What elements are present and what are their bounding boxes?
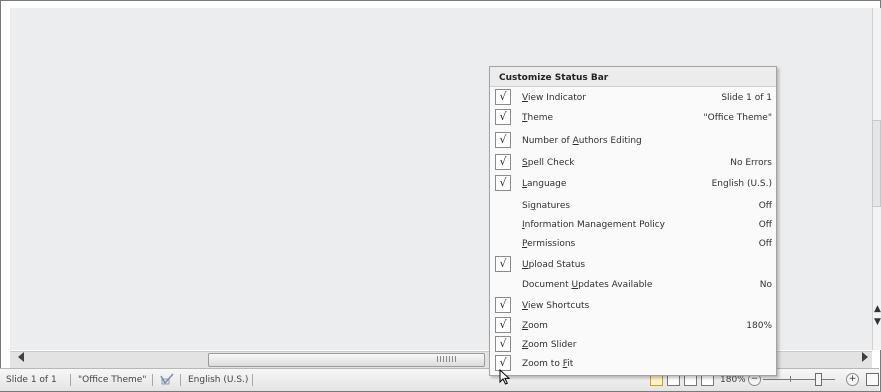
zoom-level[interactable]: 180% [720, 375, 746, 385]
label-suffix: pdates Available [578, 280, 653, 290]
menu-item[interactable]: Document Updates Available No [490, 276, 776, 294]
checkmark-icon: √ [495, 297, 511, 313]
menu-item-label: Theme [522, 113, 553, 123]
checkmark-icon: √ [495, 154, 511, 170]
menu-item-label: Upload Status [522, 260, 585, 270]
zoom-slider-center-mark [790, 376, 791, 382]
menu-item[interactable]: √ Zoom to Fit [490, 355, 776, 373]
label-suffix: anguage [527, 179, 567, 189]
menu-title: Customize Status Bar [499, 73, 609, 83]
label-suffix: heme [527, 113, 554, 123]
menu-item-label: View Indicator [522, 93, 586, 103]
menu-item-value: 180% [746, 321, 772, 331]
menu-item-label: Permissions [522, 239, 575, 249]
zoom-slider-track[interactable] [763, 379, 835, 380]
label-suffix: it [567, 359, 574, 369]
vertical-scroll-thumb[interactable] [872, 120, 881, 207]
menu-item[interactable]: √ Zoom Slider [490, 336, 776, 354]
menu-item[interactable]: √ Spell Check No Errors [490, 154, 776, 172]
menu-item-label: Zoom to Fit [522, 359, 573, 369]
label-suffix: iew Shortcuts [527, 301, 590, 311]
label-suffix: uthors Editing [578, 136, 642, 146]
scroll-right-icon[interactable] [862, 352, 868, 362]
fit-slide-icon[interactable] [866, 373, 879, 386]
label-suffix: natures [535, 201, 571, 211]
menu-item-label: Language [522, 179, 566, 189]
menu-item-label: Document Updates Available [522, 280, 652, 290]
label-suffix: oom [528, 321, 548, 331]
scroll-grip-icon [437, 356, 457, 362]
label-suffix: nformation Management Policy [524, 220, 665, 230]
status-separator [70, 374, 71, 386]
menu-item[interactable]: √ Number of Authors Editing [490, 132, 776, 150]
zoom-slider-thumb[interactable] [815, 373, 822, 386]
checkmark-icon: √ [495, 175, 511, 191]
scroll-left-icon[interactable] [18, 352, 24, 362]
zoom-in-icon[interactable]: + [846, 373, 859, 386]
menu-item-value: Off [758, 201, 772, 211]
spell-check-icon[interactable] [160, 373, 174, 385]
menu-item-label: Information Management Policy [522, 220, 665, 230]
menu-item-value: Off [758, 220, 772, 230]
mouse-pointer-icon [499, 369, 511, 385]
label-prefix: Zoom to [522, 359, 563, 369]
slide-indicator[interactable]: Slide 1 of 1 [6, 375, 57, 385]
label-suffix: ermissions [527, 239, 576, 249]
checkmark-icon: √ [495, 336, 511, 352]
menu-item-value: No Errors [730, 158, 772, 168]
customize-status-bar-menu: Customize Status Bar √ View Indicator Slid… [489, 66, 777, 376]
status-separator [252, 374, 253, 386]
menu-item[interactable]: Information Management Policy Off [490, 216, 776, 234]
menu-item[interactable]: Signatures Off [490, 197, 776, 215]
theme-indicator[interactable]: "Office Theme" [78, 375, 146, 385]
label-suffix: oom Slider [528, 340, 577, 350]
label-suffix: pell Check [527, 158, 575, 168]
menu-item[interactable]: √ View Shortcuts [490, 297, 776, 315]
label-suffix: iew Indicator [527, 93, 586, 103]
menu-item[interactable]: √ View Indicator Slide 1 of 1 [490, 89, 776, 107]
menu-item[interactable]: Permissions Off [490, 235, 776, 253]
menu-item[interactable]: √ Language English (U.S.) [490, 175, 776, 193]
label-prefix: Si [522, 201, 531, 211]
menu-item-value: "Office Theme" [703, 113, 772, 123]
menu-item[interactable]: √ Theme "Office Theme" [490, 109, 776, 127]
previous-slide-icon[interactable]: ▲ [874, 305, 881, 314]
next-slide-icon[interactable]: ▼ [874, 318, 881, 327]
menu-item-label: View Shortcuts [522, 301, 589, 311]
menu-item-value: Off [758, 239, 772, 249]
status-separator [180, 374, 181, 386]
label-prefix: Number of [522, 136, 573, 146]
language-indicator[interactable]: English (U.S.) [188, 375, 248, 385]
checkmark-icon: √ [495, 317, 511, 333]
menu-item-label: Spell Check [522, 158, 575, 168]
menu-item-value: No [759, 280, 772, 290]
label-suffix: pload Status [528, 260, 586, 270]
checkmark-icon: √ [495, 132, 511, 148]
menu-item[interactable]: √ Zoom 180% [490, 317, 776, 335]
label-prefix: Document [522, 280, 572, 290]
checkmark-icon: √ [495, 89, 511, 105]
menu-item-label: Number of Authors Editing [522, 136, 642, 146]
menu-item-label: Zoom [522, 321, 548, 331]
checkmark-icon: √ [495, 109, 511, 125]
menu-item-value: Slide 1 of 1 [721, 93, 772, 103]
access-key: U [522, 260, 529, 270]
menu-item-label: Signatures [522, 201, 570, 211]
menu-item-value: English (U.S.) [711, 179, 772, 189]
checkmark-icon: √ [495, 256, 511, 272]
menu-item-label: Zoom Slider [522, 340, 576, 350]
menu-item[interactable]: √ Upload Status [490, 256, 776, 274]
status-separator [152, 374, 153, 386]
